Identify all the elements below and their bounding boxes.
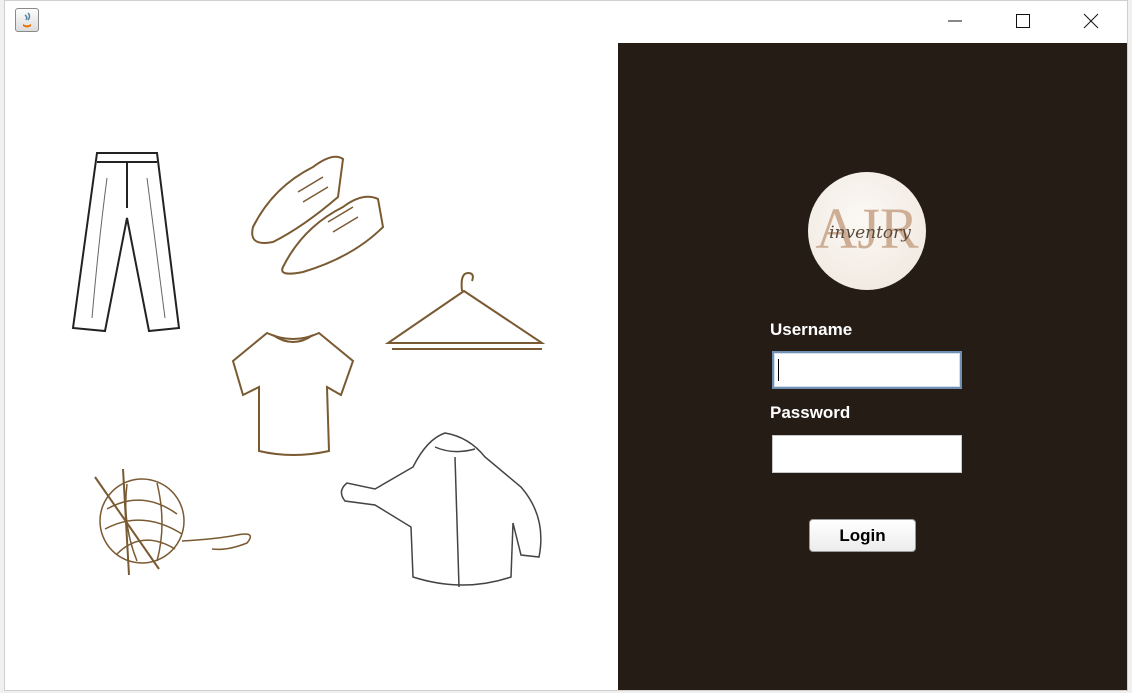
minimize-icon <box>948 20 962 22</box>
ajr-inventory-logo: AJR inventory <box>808 172 926 290</box>
shoes-icon <box>251 155 385 275</box>
java-app-icon[interactable] <box>15 8 39 32</box>
pants-icon <box>71 152 181 333</box>
illustration-panel <box>5 43 618 690</box>
jacket-icon <box>340 432 542 588</box>
close-icon <box>1083 13 1099 29</box>
text-caret <box>778 359 779 381</box>
app-window: AJR inventory Username Password Login <box>4 0 1128 691</box>
password-label: Password <box>770 403 851 422</box>
hanger-icon <box>384 271 546 350</box>
maximize-button[interactable] <box>989 1 1057 41</box>
username-label: Username <box>770 320 853 339</box>
password-input[interactable] <box>772 435 962 473</box>
svg-text:inventory: inventory <box>829 223 911 243</box>
login-button[interactable]: Login <box>809 519 916 552</box>
maximize-icon <box>1016 14 1030 28</box>
username-input[interactable] <box>772 351 962 389</box>
window-content: AJR inventory Username Password Login <box>5 43 1127 690</box>
login-panel: AJR inventory Username Password Login <box>618 43 1127 690</box>
close-button[interactable] <box>1057 1 1125 41</box>
yarn-ball-icon <box>94 469 252 576</box>
minimize-button[interactable] <box>921 1 989 41</box>
title-bar <box>5 1 1127 44</box>
